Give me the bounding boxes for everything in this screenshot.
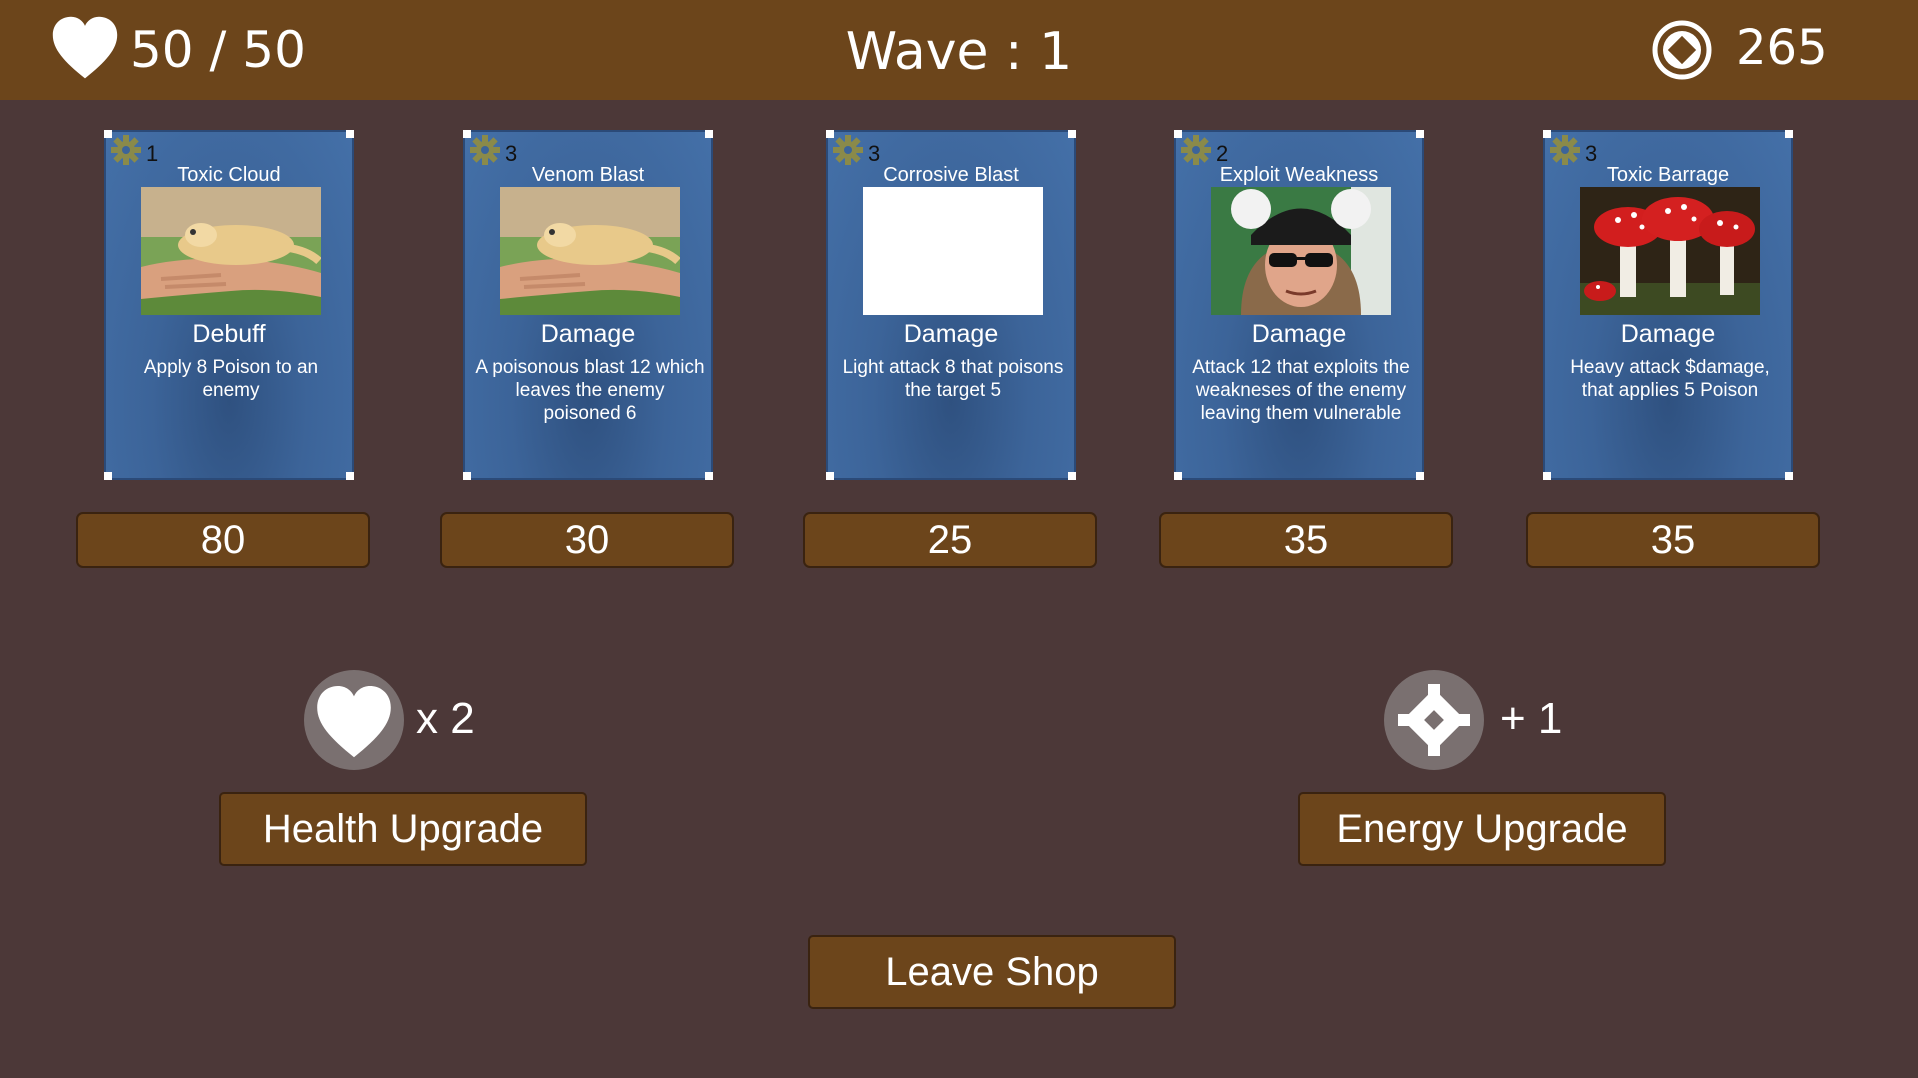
card-art [141, 187, 321, 315]
card-corner [705, 130, 713, 138]
energy-cost-icon [470, 135, 500, 165]
card-corner [1785, 472, 1793, 480]
health-upgrade-amount: x 2 [416, 694, 475, 743]
card-corner [1068, 472, 1076, 480]
card-description: Light attack 8 that poisons the target 5 [842, 357, 1064, 401]
energy-upgrade-amount: + 1 [1500, 694, 1563, 743]
card-type: Damage [1251, 320, 1347, 348]
price-button[interactable]: 25 [803, 512, 1097, 568]
health-upgrade-button[interactable]: Health Upgrade [219, 792, 587, 866]
wave-counter: Wave : 1 [0, 20, 1918, 84]
heart-icon [317, 686, 391, 758]
gold-value: 265 [1736, 20, 1828, 76]
card-corner [1785, 130, 1793, 138]
card-corner [346, 130, 354, 138]
card-type: Damage [903, 320, 999, 348]
card-description: Apply 8 Poison to an enemy [143, 357, 319, 401]
card-name: Toxic Cloud [177, 164, 281, 186]
card-description: Attack 12 that exploits the weakneses of… [1192, 357, 1410, 424]
leave-shop-button[interactable]: Leave Shop [808, 935, 1176, 1009]
lizard-art-icon [500, 187, 680, 315]
card-type: Debuff [192, 320, 266, 348]
card-name: Venom Blast [531, 164, 645, 186]
shop-card[interactable]: 2 Exploit Weakness Damage Attack 12 that ex… [1174, 130, 1424, 480]
health-upgrade-icon-circle [304, 670, 404, 770]
card-art [500, 187, 680, 315]
card-corner [826, 472, 834, 480]
card-corner [1416, 472, 1424, 480]
energy-cost-icon [1181, 135, 1211, 165]
price-button[interactable]: 30 [440, 512, 734, 568]
energy-cost-icon [1550, 135, 1580, 165]
shop-card[interactable]: 1 Toxic Cloud Debuff Apply 8 Poison to an e… [104, 130, 354, 480]
energy-icon [1398, 684, 1470, 756]
card-description: Heavy attack $damage, that applies 5 Poi… [1570, 357, 1770, 401]
coin-icon [1652, 20, 1712, 80]
card-name: Corrosive Blast [883, 164, 1019, 186]
blank-art [863, 187, 1043, 315]
shop-card[interactable]: 3 Venom Blast Damage A poisonous blast 12 w… [463, 130, 713, 480]
portrait-art-icon [1211, 187, 1391, 315]
lizard-art-icon [141, 187, 321, 315]
mushroom-art-icon [1580, 187, 1760, 315]
card-corner [1543, 472, 1551, 480]
card-art [1211, 187, 1391, 315]
card-corner [705, 472, 713, 480]
wave-label: Wave : 1 [845, 22, 1073, 82]
card-corner [1174, 472, 1182, 480]
card-corner [346, 472, 354, 480]
card-corner [463, 472, 471, 480]
card-description: A poisonous blast 12 which leaves the en… [475, 357, 705, 424]
card-corner [1416, 130, 1424, 138]
card-corner [104, 472, 112, 480]
card-name: Exploit Weakness [1219, 164, 1379, 186]
energy-upgrade-icon-circle [1384, 670, 1484, 770]
energy-upgrade-button[interactable]: Energy Upgrade [1298, 792, 1666, 866]
card-art [1580, 187, 1760, 315]
price-button[interactable]: 35 [1159, 512, 1453, 568]
energy-cost-icon [111, 135, 141, 165]
top-hud-bar: 50 / 50 Wave : 1 265 [0, 0, 1918, 100]
card-art [863, 187, 1043, 315]
shop-card[interactable]: 3 Toxic Barrage Damage Heavy attack $damage… [1543, 130, 1793, 480]
price-button[interactable]: 80 [76, 512, 370, 568]
energy-cost-icon [833, 135, 863, 165]
card-type: Damage [1620, 320, 1716, 348]
shop-card[interactable]: 3 Corrosive Blast Damage Light attack 8 tha… [826, 130, 1076, 480]
card-name: Toxic Barrage [1606, 164, 1730, 186]
card-type: Damage [540, 320, 636, 348]
card-corner [1068, 130, 1076, 138]
price-button[interactable]: 35 [1526, 512, 1820, 568]
